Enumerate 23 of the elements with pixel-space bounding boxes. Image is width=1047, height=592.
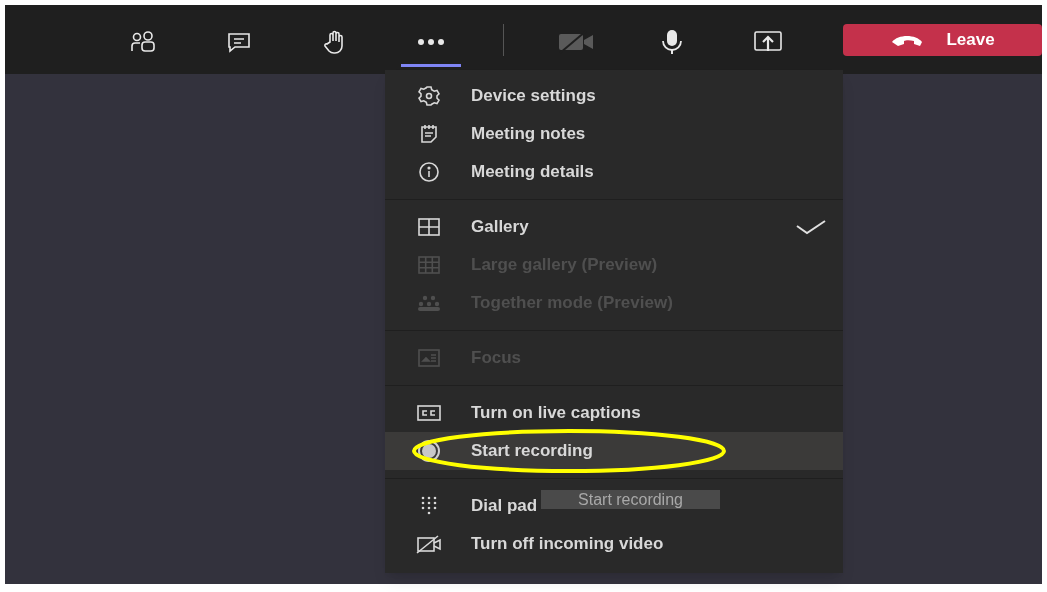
microphone-icon — [661, 29, 683, 55]
menu-item[interactable]: Start recording — [385, 432, 843, 470]
more-options-icon — [417, 38, 445, 46]
chat-icon — [226, 31, 252, 53]
record-icon — [415, 438, 443, 464]
tooltip: Start recording — [541, 490, 720, 509]
captions-icon — [415, 404, 443, 422]
large-grid-icon — [415, 255, 443, 275]
group-icon — [415, 294, 443, 312]
menu-item[interactable]: Device settings — [385, 77, 612, 115]
menu-item[interactable]: Meeting details — [385, 153, 610, 191]
leave-button[interactable]: Leave — [843, 23, 1042, 56]
menu-item[interactable]: Turn off incoming video — [385, 525, 680, 563]
hang-up-icon — [890, 33, 925, 46]
menu-item[interactable]: Gallery — [385, 208, 843, 246]
people-icon — [130, 31, 156, 53]
menu-item[interactable]: Turn on live captions — [385, 394, 657, 432]
settings-icon — [415, 85, 443, 107]
focus-icon — [415, 348, 443, 368]
video-off-icon — [415, 534, 443, 554]
share-screen-icon — [753, 30, 783, 54]
grid-icon — [415, 217, 443, 237]
menu-item[interactable]: Meeting notes — [385, 115, 602, 153]
